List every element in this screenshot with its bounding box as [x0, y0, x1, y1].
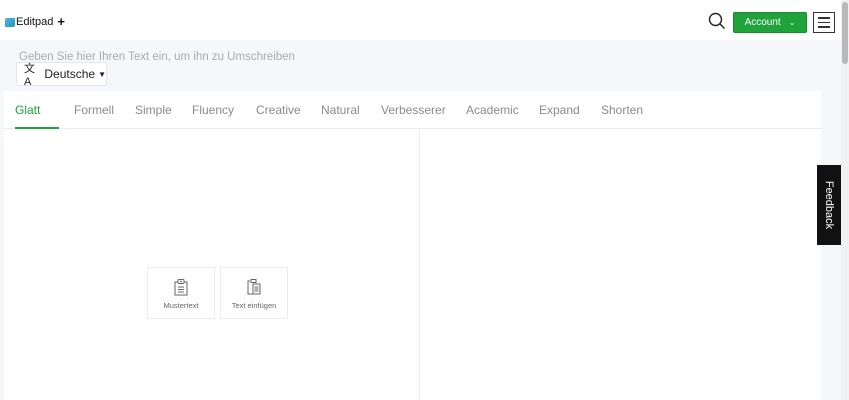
language-select[interactable]: 文A Deutsche ▼: [16, 62, 107, 88]
new-document-button[interactable]: +: [57, 15, 65, 28]
caret-down-icon: ▼: [98, 69, 106, 79]
logo-icon: [5, 17, 15, 27]
input-pane[interactable]: [4, 129, 419, 400]
top-bar: Editpad + Account ⌄: [0, 0, 849, 40]
scrollbar-thumb[interactable]: [842, 2, 848, 64]
output-pane: [420, 129, 821, 400]
tab-natural[interactable]: Natural: [321, 103, 360, 117]
mode-tabs: Glatt Formell Simple Fluency Creative Na…: [4, 91, 821, 129]
hamburger-menu-icon[interactable]: [813, 12, 835, 33]
feedback-tab[interactable]: Feedback: [817, 165, 841, 245]
tab-expand[interactable]: Expand: [539, 103, 580, 117]
sample-text-label: Mustertext: [163, 301, 199, 310]
tab-creative[interactable]: Creative: [256, 103, 301, 117]
tab-fluency[interactable]: Fluency: [192, 103, 234, 117]
paste-text-button[interactable]: Text einfügen: [220, 267, 288, 319]
editor-card: Glatt Formell Simple Fluency Creative Na…: [4, 91, 821, 400]
paste-text-label: Text einfügen: [231, 301, 277, 310]
logo-text: Editpad: [16, 16, 54, 28]
account-label: Account: [744, 17, 781, 28]
tab-glatt[interactable]: Glatt: [15, 103, 40, 117]
tab-simple[interactable]: Simple: [135, 103, 172, 117]
language-selected: Deutsche: [44, 67, 96, 81]
tab-academic[interactable]: Academic: [466, 103, 519, 117]
translate-icon: 文A: [24, 63, 35, 88]
chevron-down-icon: ⌄: [788, 18, 796, 27]
tab-shorten[interactable]: Shorten: [601, 103, 643, 117]
feedback-label: Feedback: [823, 180, 835, 230]
input-placeholder[interactable]: Geben Sie hier Ihren Text ein, um ihn zu…: [19, 51, 295, 63]
search-icon[interactable]: [708, 12, 726, 30]
clipboard-paste-icon: [247, 279, 261, 295]
account-button[interactable]: Account ⌄: [733, 12, 807, 33]
logo[interactable]: Editpad +: [5, 15, 65, 29]
tab-formell[interactable]: Formell: [74, 103, 114, 117]
tab-verbesserer[interactable]: Verbesserer: [381, 103, 446, 117]
sample-text-icon: [174, 279, 188, 296]
sample-text-button[interactable]: Mustertext: [147, 267, 215, 319]
